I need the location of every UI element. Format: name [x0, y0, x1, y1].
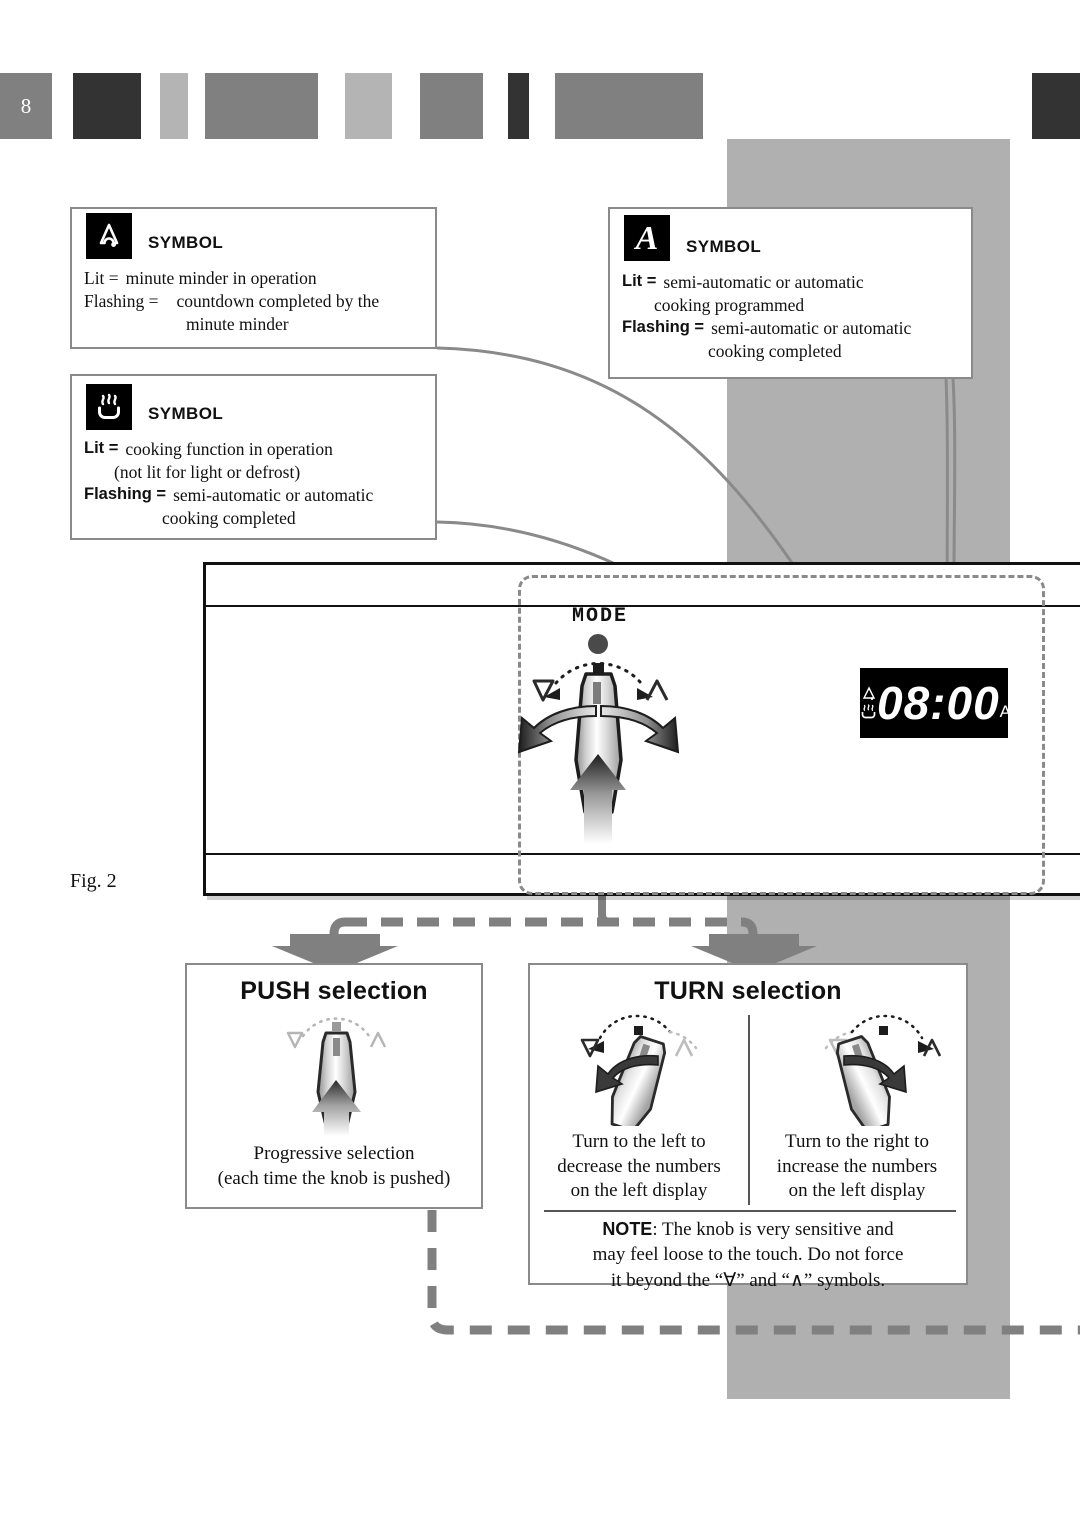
symbol-line-label: Flashing = — [84, 485, 167, 504]
symbol-line-label: Flashing = — [622, 318, 705, 337]
symbol-line-label: Flashing = — [84, 291, 159, 312]
symbol-header: A SYMBOL — [610, 209, 971, 271]
lcd-auto-indicator: A — [999, 702, 1011, 721]
push-caption-line-2: (each time the knob is pushed) — [217, 1167, 451, 1189]
turn-right-knob-graphic — [824, 1014, 942, 1126]
bell-icon-glyph — [99, 223, 119, 247]
turn-columns-divider — [748, 1015, 750, 1205]
symbol-line-text: cooking completed — [162, 508, 296, 529]
heat-icon — [86, 384, 132, 430]
turn-right-line-2: increase the numbers — [776, 1155, 938, 1177]
symbol-line-text: cooking completed — [708, 341, 842, 362]
turn-right-column: Turn to the right to increase the number… — [748, 1008, 966, 1204]
symbol-title: SYMBOL — [148, 404, 224, 423]
symbol-header: SYMBOL — [72, 376, 435, 438]
symbol-header: SYMBOL — [72, 209, 435, 267]
symbol-body: Lit = semi-automatic or automatic cookin… — [610, 271, 971, 371]
push-caption-line-1: Progressive selection — [253, 1143, 415, 1164]
turn-left-knob-graphic — [580, 1014, 698, 1126]
turn-selection-box: TURN selection Turn to the left to decre… — [528, 963, 968, 1291]
symbol-line: minute minder — [84, 313, 425, 336]
symbol-line-text: minute minder in operation — [125, 268, 317, 288]
symbol-line: Lit = cooking function in operation — [84, 438, 425, 461]
lcd-time-value: 08:00 — [877, 677, 1000, 729]
header-block-2 — [73, 73, 141, 139]
note-line-3: it beyond the “∀” and “∧” symbols. — [610, 1269, 886, 1291]
symbol-line: cooking completed — [622, 340, 961, 363]
turn-left-caption: Turn to the left to decrease the numbers… — [530, 1130, 748, 1204]
symbol-line-label: Lit = — [84, 439, 119, 457]
note-line-2: may feel loose to the touch. Do not forc… — [592, 1244, 904, 1266]
note-prefix: NOTE — [602, 1219, 653, 1239]
turn-left-line-1: Turn to the left to — [572, 1131, 706, 1152]
mode-label: MODE — [572, 605, 629, 628]
symbol-line-text: cooking function in operation — [125, 439, 333, 459]
symbol-line-text: cooking programmed — [654, 295, 805, 316]
letter-a-icon: A — [624, 215, 670, 261]
lcd-bell-icon — [862, 686, 875, 700]
header-block-6 — [420, 73, 483, 139]
lcd-heat-icon — [861, 704, 876, 719]
header-block-7 — [508, 73, 529, 139]
turn-left-line-2: decrease the numbers — [557, 1155, 721, 1177]
page-number: 8 — [20, 93, 32, 118]
turn-note: NOTE: The knob is very sensitive and may… — [530, 1217, 966, 1293]
turn-left-line-3: on the left display — [570, 1180, 708, 1202]
symbol-title: SYMBOL — [686, 237, 762, 256]
turn-left-column: Turn to the left to decrease the numbers… — [530, 1008, 748, 1204]
header-block-10 — [1032, 73, 1080, 139]
heat-icon-glyph — [98, 393, 120, 419]
note-separator — [544, 1210, 956, 1212]
figure-label: Fig. 2 — [70, 870, 117, 892]
push-selection-title: PUSH selection — [240, 977, 428, 1005]
symbol-box-auto-mode: A SYMBOL Lit = semi-automatic or automat… — [608, 207, 973, 379]
lcd-display: 08:00 A — [860, 668, 1011, 738]
symbol-line: Flashing = semi-automatic or automatic — [622, 317, 961, 340]
push-knob-graphic — [286, 1017, 387, 1136]
turn-right-line-1: Turn to the right to — [785, 1131, 929, 1152]
header-block-5 — [345, 73, 392, 139]
symbol-line-text: semi-automatic or automatic — [663, 272, 864, 292]
symbol-line-text: minute minder — [186, 314, 289, 335]
bell-icon — [86, 213, 132, 259]
page-number-block: 8 — [0, 73, 52, 139]
letter-a-icon-glyph: A — [634, 220, 659, 257]
symbol-line-label: Lit = — [84, 268, 119, 288]
symbol-line: Lit = minute minder in operation — [84, 267, 425, 290]
symbol-title: SYMBOL — [148, 233, 224, 252]
manual-page: 8 SYMBOL Lit = minute minder in operatio… — [0, 0, 1080, 1532]
symbol-line: Flashing = countdown completed by the — [84, 290, 425, 313]
symbol-line-text: countdown completed by the — [176, 291, 380, 312]
header-block-8 — [555, 73, 703, 139]
note-line-1-text: : The knob is very sensitive and — [652, 1219, 894, 1240]
push-selection-box: PUSH selection Progressive selection (ea… — [185, 963, 483, 1209]
symbol-line-text: semi-automatic or automatic — [173, 485, 374, 506]
symbol-line: Lit = semi-automatic or automatic — [622, 271, 961, 294]
symbol-line-label: Lit = — [622, 272, 657, 290]
svg-text:A: A — [634, 220, 659, 257]
symbol-box-cooking-function: SYMBOL Lit = cooking function in operati… — [70, 374, 437, 540]
symbol-body: Lit = minute minder in operation Flashin… — [72, 267, 435, 344]
symbol-line-text: (not lit for light or defrost) — [114, 462, 301, 483]
note-line-1: NOTE: The knob is very sensitive and — [530, 1217, 966, 1242]
turn-right-caption: Turn to the right to increase the number… — [748, 1130, 966, 1204]
symbol-line: (not lit for light or defrost) — [84, 461, 425, 484]
symbol-line-text: semi-automatic or automatic — [711, 318, 912, 339]
turn-selection-title: TURN selection — [654, 977, 842, 1005]
lcd-left-indicators — [860, 686, 877, 720]
symbol-line: cooking completed — [84, 507, 425, 530]
symbol-line: Flashing = semi-automatic or automatic — [84, 484, 425, 507]
symbol-body: Lit = cooking function in operation (not… — [72, 438, 435, 538]
header-block-3 — [160, 73, 188, 139]
symbol-line: cooking programmed — [622, 294, 961, 317]
header-block-4 — [205, 73, 318, 139]
symbol-box-minute-minder: SYMBOL Lit = minute minder in operation … — [70, 207, 437, 349]
turn-right-line-3: on the left display — [788, 1180, 926, 1202]
push-selection-caption: Progressive selection (each time the kno… — [187, 1142, 481, 1191]
